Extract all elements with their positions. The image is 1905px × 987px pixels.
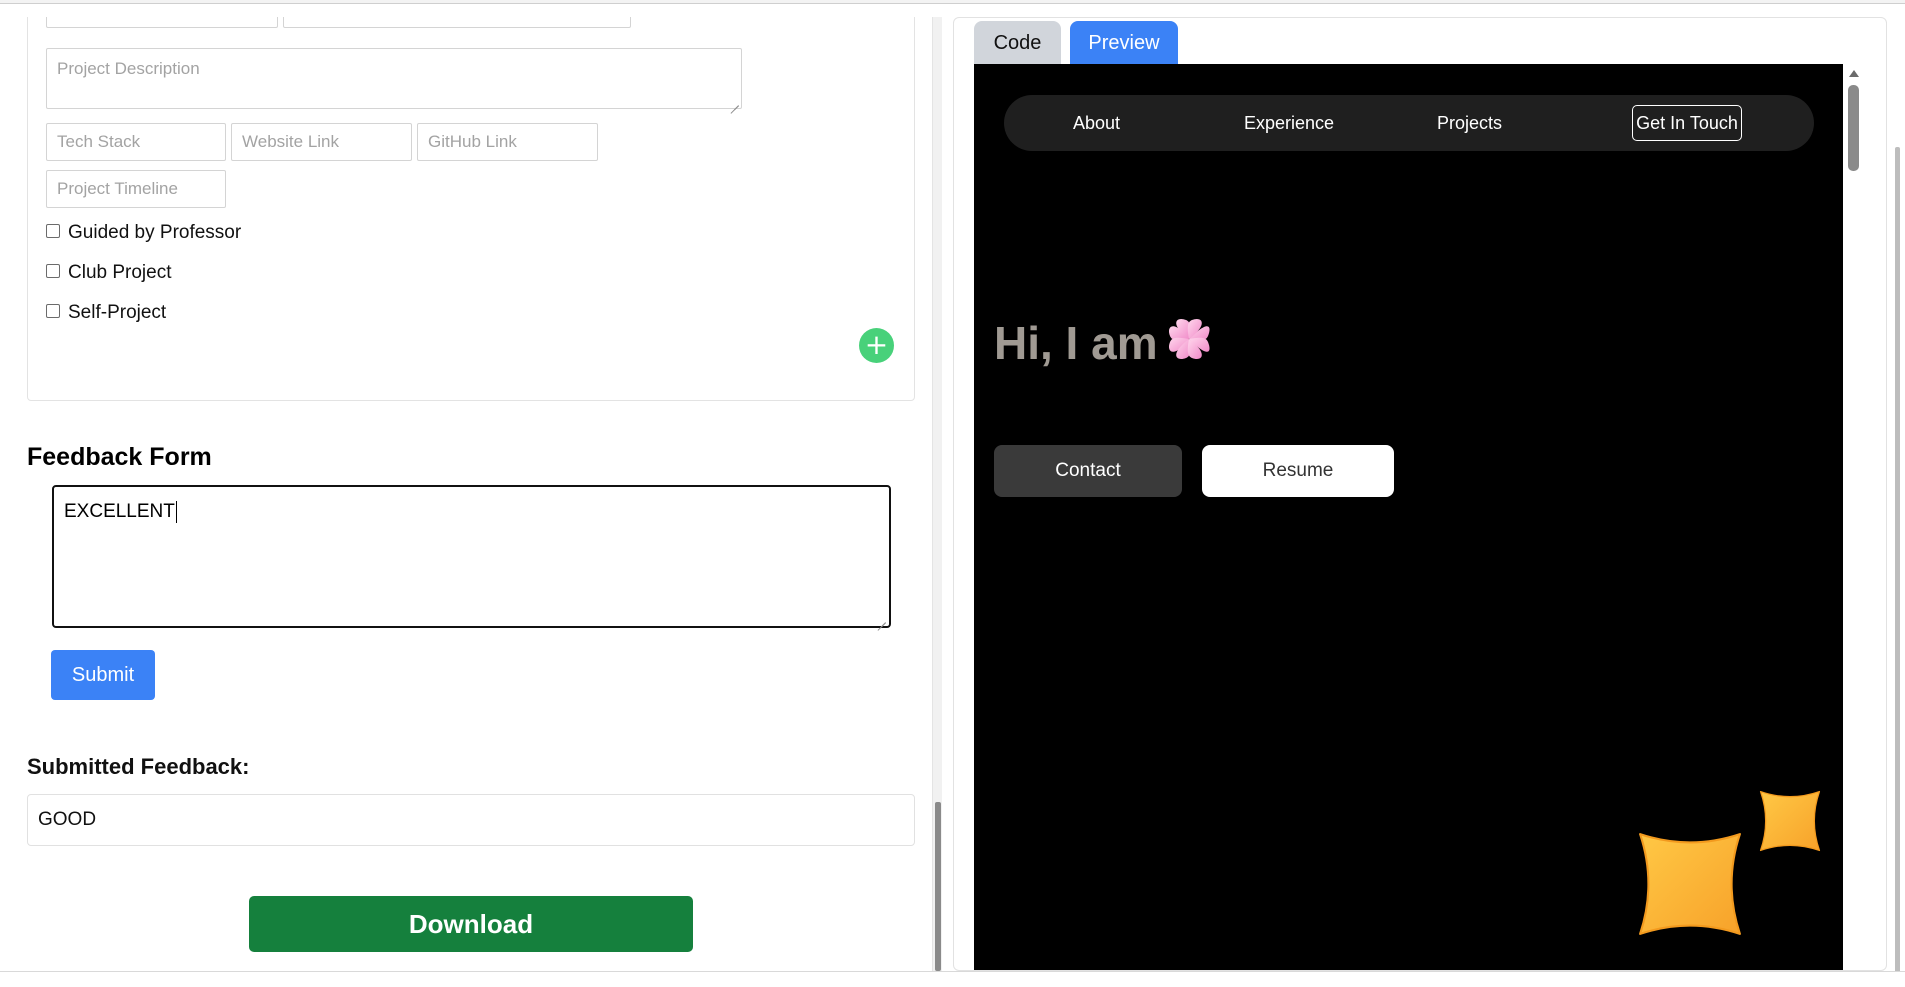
project-name-input[interactable] [46, 17, 278, 28]
window-top-edge [0, 0, 1905, 4]
resume-button[interactable]: Resume [1202, 445, 1394, 497]
checkbox-label: Club Project [68, 262, 172, 283]
feedback-input-value: EXCELLENT [64, 501, 175, 523]
submitted-feedback-label: Submitted Feedback: [27, 754, 250, 779]
plus-icon: + [864, 328, 889, 361]
project-description-textarea[interactable]: Project Description [46, 48, 742, 109]
tech-stack-input[interactable]: Tech Stack [46, 123, 226, 161]
editor-form-pane: Project Description Tech Stack Website L… [10, 17, 941, 971]
flower-icon [1168, 318, 1210, 360]
submit-button[interactable]: Submit [51, 650, 155, 700]
github-link-input[interactable]: GitHub Link [417, 123, 598, 161]
page-scrollbar[interactable] [1889, 17, 1905, 987]
window-bottom-edge [0, 971, 1905, 987]
submitted-feedback-text: GOOD [38, 809, 97, 830]
sparkle-star-icon [1639, 833, 1741, 935]
sparkle-star-icon [1759, 790, 1821, 852]
preview-frame: About Experience Projects Get In Touch H… [974, 64, 1843, 970]
tab-preview[interactable]: Preview [1070, 21, 1178, 66]
checkbox-label: Self-Project [68, 302, 167, 323]
scrollbar-thumb[interactable] [935, 802, 941, 971]
checkbox[interactable] [46, 304, 60, 318]
preview-pane: Code Preview About Experience Projects G… [953, 17, 1887, 971]
scroll-up-arrow-icon[interactable] [1849, 70, 1859, 77]
nav-projects[interactable]: Projects [1437, 95, 1502, 151]
nav-about[interactable]: About [1073, 95, 1120, 151]
hero-title: Hi, I am [994, 317, 1158, 369]
contact-button[interactable]: Contact [994, 445, 1182, 497]
checkbox-label: Guided by Professor [68, 222, 242, 243]
website-link-input[interactable]: Website Link [231, 123, 412, 161]
checkbox-guided-by-professor[interactable]: Guided by Professor [46, 222, 241, 244]
resize-grip-icon[interactable] [730, 97, 739, 106]
feedback-textarea[interactable]: EXCELLENT [52, 485, 891, 628]
project-card: Project Description Tech Stack Website L… [27, 17, 915, 401]
submitted-feedback-value: GOOD [27, 794, 915, 846]
nav-experience[interactable]: Experience [1244, 95, 1334, 151]
tab-code[interactable]: Code [974, 21, 1061, 66]
project-timeline-placeholder: Project Timeline [57, 179, 178, 198]
tech-stack-placeholder: Tech Stack [57, 132, 141, 151]
github-link-placeholder: GitHub Link [428, 132, 517, 151]
left-pane-scrollbar[interactable] [932, 17, 942, 971]
add-project-button[interactable]: + [859, 328, 894, 363]
project-organization-input[interactable] [283, 17, 631, 28]
project-timeline-input[interactable]: Project Timeline [46, 170, 226, 208]
checkbox[interactable] [46, 224, 60, 238]
project-description-placeholder: Project Description [57, 59, 200, 78]
resize-grip-icon[interactable] [877, 614, 886, 623]
text-caret [175, 501, 177, 523]
nav-get-in-touch-button[interactable]: Get In Touch [1632, 105, 1742, 141]
preview-scrollbar[interactable] [1843, 64, 1865, 970]
scrollbar-thumb[interactable] [1848, 85, 1859, 171]
checkbox[interactable] [46, 264, 60, 278]
download-button[interactable]: Download [249, 896, 693, 952]
feedback-form-title: Feedback Form [27, 443, 212, 471]
checkbox-self-project[interactable]: Self-Project [46, 302, 166, 324]
preview-navbar: About Experience Projects Get In Touch [1004, 95, 1814, 151]
scrollbar-thumb[interactable] [1895, 147, 1900, 987]
website-link-placeholder: Website Link [242, 132, 340, 151]
checkbox-club-project[interactable]: Club Project [46, 262, 172, 284]
